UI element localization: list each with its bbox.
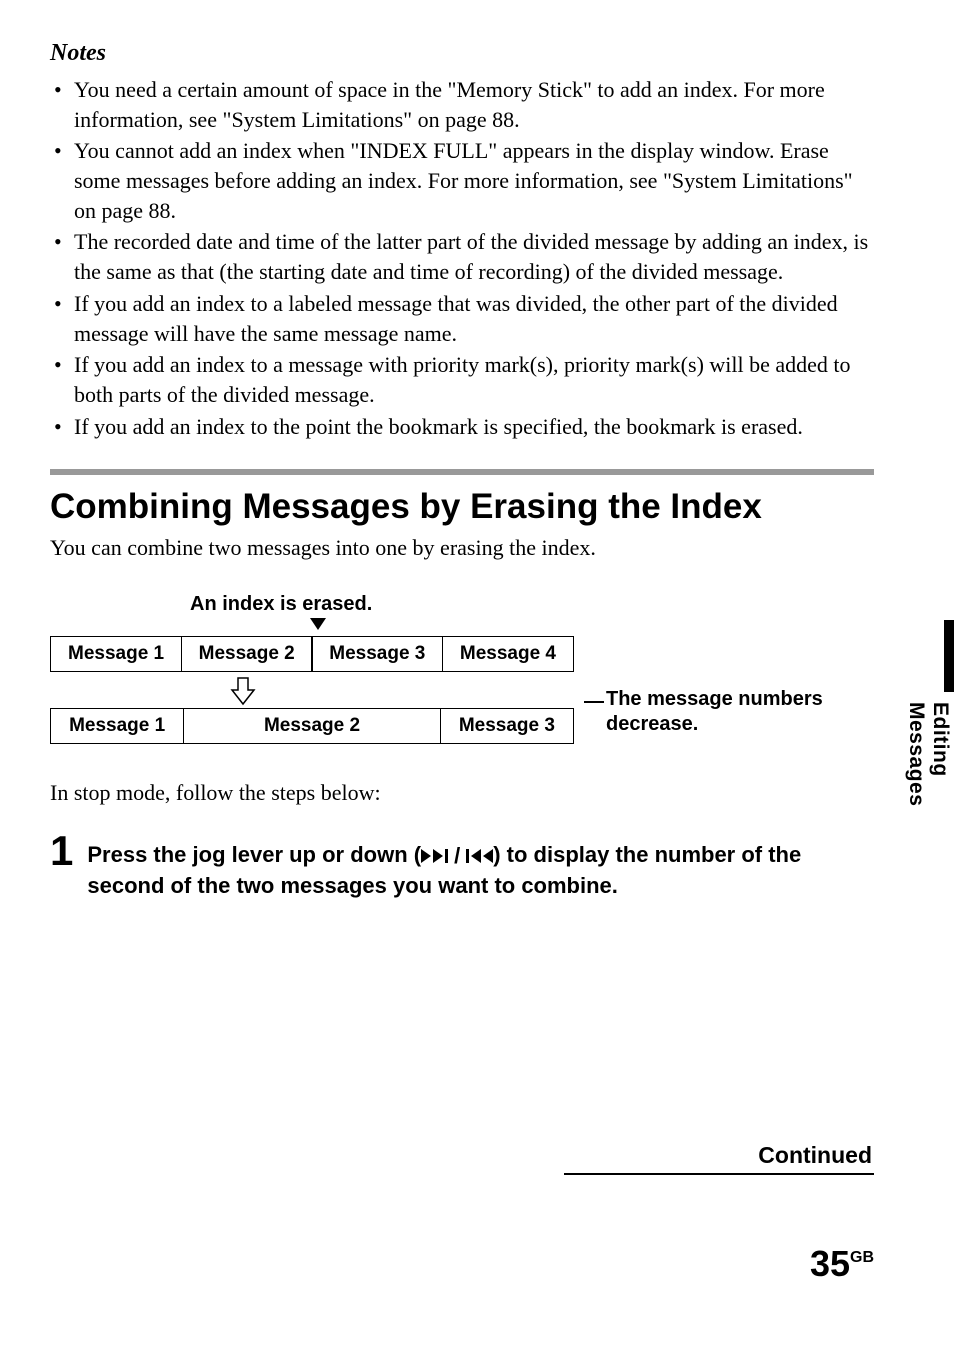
- note-item: If you add an index to a message with pr…: [50, 350, 874, 409]
- prev-icon: [483, 849, 493, 863]
- stop-mode-text: In stop mode, follow the steps below:: [50, 778, 874, 808]
- diagram-arrow-row: [50, 672, 574, 708]
- side-tab-label: Editing Messages: [904, 702, 952, 860]
- page-number-suffix: GB: [850, 1249, 874, 1266]
- side-tab-bar: [944, 620, 954, 692]
- notes-list: You need a certain amount of space in th…: [50, 75, 874, 441]
- step-number: 1: [50, 830, 73, 872]
- diagram-caption: An index is erased.: [190, 593, 874, 616]
- bar-icon: [445, 849, 448, 863]
- section-heading: Combining Messages by Erasing the Index: [50, 487, 874, 527]
- diagram-right-note: The message numbers decrease.: [606, 687, 886, 737]
- message-cell: Message 2: [181, 636, 313, 672]
- message-cell: Message 3: [440, 708, 574, 744]
- prev-icon: [471, 849, 481, 863]
- note-item: You need a certain amount of space in th…: [50, 75, 874, 134]
- diagram-row-before: Message 1 Message 2 Message 3 Message 4: [50, 636, 574, 672]
- diagram-row-after: Message 1 Message 2 Message 3: [50, 708, 574, 744]
- next-icon: [421, 849, 431, 863]
- note-item: If you add an index to the point the boo…: [50, 412, 874, 442]
- jog-lever-icons: /: [421, 841, 493, 871]
- continued-label: Continued: [564, 1142, 874, 1175]
- side-tab: Editing Messages: [916, 620, 954, 860]
- next-icon: [433, 849, 443, 863]
- line-icon: [584, 701, 604, 703]
- diagram-right-note-text: The message numbers decrease.: [606, 688, 823, 735]
- message-cell: Message 4: [442, 636, 574, 672]
- step-text-before: Press the jog lever up or down (: [87, 842, 421, 867]
- note-item: The recorded date and time of the latter…: [50, 227, 874, 286]
- notes-heading: Notes: [50, 40, 874, 67]
- message-cell: Message 1: [50, 708, 184, 744]
- section-body: You can combine two messages into one by…: [50, 533, 874, 563]
- erase-index-diagram: An index is erased. Message 1 Message 2 …: [50, 593, 874, 744]
- step-text: Press the jog lever up or down ( / ) to …: [87, 830, 874, 901]
- message-cell: Message 1: [50, 636, 182, 672]
- step-row: 1 Press the jog lever up or down ( / ) t…: [50, 830, 874, 901]
- note-item: You cannot add an index when "INDEX FULL…: [50, 136, 874, 225]
- note-item: If you add an index to a labeled message…: [50, 289, 874, 348]
- message-cell: Message 2: [183, 708, 442, 744]
- arrow-down-icon: [228, 676, 258, 706]
- section-divider: [50, 469, 874, 475]
- message-cell: Message 3: [311, 636, 443, 672]
- triangle-down-icon: [310, 618, 326, 630]
- bar-icon: [466, 849, 469, 863]
- page-number: 35GB: [810, 1243, 874, 1285]
- page-number-value: 35: [810, 1243, 850, 1284]
